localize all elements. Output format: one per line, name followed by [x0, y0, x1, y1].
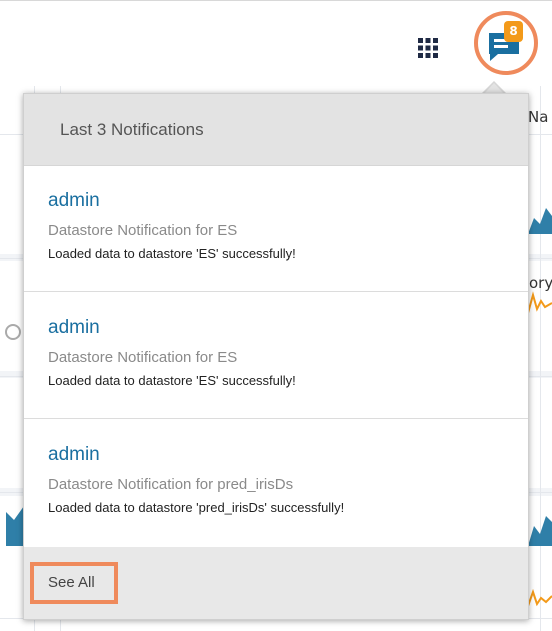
bg-circle-icon — [5, 324, 21, 340]
notification-message: Loaded data to datastore 'ES' successful… — [48, 246, 296, 261]
see-all-button[interactable]: See All — [30, 562, 118, 604]
notification-message: Loaded data to datastore 'ES' successful… — [48, 373, 296, 388]
bg-line-chart — [528, 291, 552, 314]
notification-subject: Datastore Notification for ES — [48, 349, 238, 366]
bg-area-chart — [528, 208, 552, 234]
notifications-footer: See All — [24, 547, 528, 619]
notification-subject: Datastore Notification for ES — [48, 222, 238, 239]
bg-area-chart — [6, 506, 24, 546]
notifications-dropdown: Last 3 Notifications admin Datastore Not… — [23, 93, 529, 620]
notification-subject: Datastore Notification for pred_irisDs — [48, 476, 294, 493]
top-header — [0, 0, 552, 86]
grid-apps-icon[interactable] — [416, 36, 440, 60]
notification-user[interactable]: admin — [48, 444, 100, 466]
notifications-title: Last 3 Notifications — [60, 120, 204, 139]
notification-user[interactable]: admin — [48, 190, 100, 212]
bg-partial-text: ory — [529, 274, 552, 292]
notification-item[interactable]: admin Datastore Notification for ES Load… — [24, 166, 528, 292]
notification-item[interactable]: admin Datastore Notification for pred_ir… — [24, 420, 528, 546]
bg-line-chart — [528, 588, 552, 607]
bg-partial-text: Na — [528, 108, 549, 126]
notification-item[interactable]: admin Datastore Notification for ES Load… — [24, 293, 528, 419]
bg-area-chart — [528, 516, 552, 546]
notification-user[interactable]: admin — [48, 317, 100, 339]
notifications-header: Last 3 Notifications — [24, 94, 528, 166]
notification-message: Loaded data to datastore 'pred_irisDs' s… — [48, 500, 345, 515]
notification-count-badge: 8 — [504, 21, 523, 42]
